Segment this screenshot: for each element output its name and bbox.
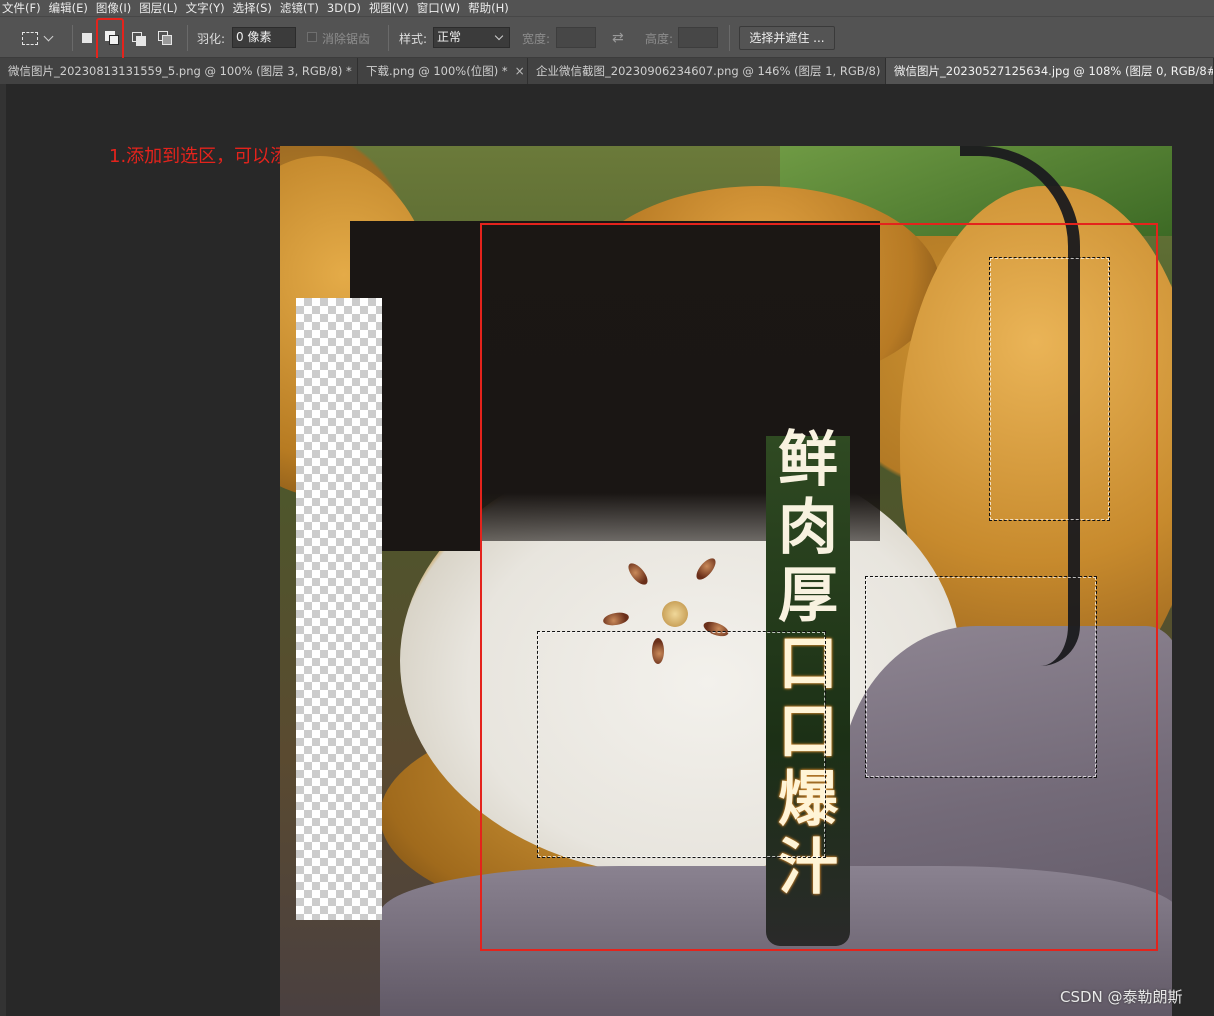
- options-bar: 羽化: 0 像素 消除锯齿 样式: 正常 宽度: ⇄ 高度: 选择并遮住 ...: [0, 16, 1214, 61]
- menu-bar: 文件(F) 编辑(E) 图像(I) 图层(L) 文字(Y) 选择(S) 滤镜(T…: [0, 0, 1214, 16]
- highlight-frame: [96, 18, 124, 61]
- style-select-value: 正常: [437, 30, 462, 44]
- annotation-frame: [480, 223, 1158, 951]
- menu-3d[interactable]: 3D(D): [325, 1, 367, 15]
- document-tab[interactable]: 企业微信截图_20230906234607.png @ 146% (图层 1, …: [528, 58, 886, 84]
- style-label: 样式:: [399, 32, 428, 46]
- menu-image[interactable]: 图像(I): [94, 0, 137, 16]
- divider: [729, 25, 730, 51]
- watermark: CSDN @泰勒朗斯: [1060, 988, 1183, 1006]
- menu-type[interactable]: 文字(Y): [184, 0, 231, 16]
- subtract-from-selection-icon[interactable]: [130, 29, 148, 47]
- antialias-checkbox[interactable]: [307, 32, 317, 42]
- width-input[interactable]: [556, 27, 596, 48]
- rectangular-marquee-icon: [22, 31, 38, 45]
- divider: [187, 25, 188, 51]
- menu-view[interactable]: 视图(V): [367, 0, 415, 16]
- tab-label: 微信图片_20230813131559_5.png @ 100% (图层 3, …: [8, 64, 352, 78]
- menu-file[interactable]: 文件(F): [0, 0, 47, 16]
- style-select[interactable]: 正常: [433, 27, 510, 48]
- chevron-down-icon: [43, 31, 54, 41]
- tab-label: 微信图片_20230527125634.jpg @ 108% (图层 0, RG…: [894, 64, 1214, 78]
- width-label: 宽度:: [522, 32, 551, 46]
- select-and-mask-button[interactable]: 选择并遮住 ...: [739, 26, 835, 50]
- menu-window[interactable]: 窗口(W): [415, 0, 466, 16]
- transparent-area: [296, 298, 382, 920]
- swap-width-height-icon[interactable]: ⇄: [612, 30, 624, 46]
- menu-layer[interactable]: 图层(L): [137, 0, 183, 16]
- height-label: 高度:: [645, 32, 674, 46]
- feather-label: 羽化:: [197, 32, 226, 46]
- tab-label: 下载.png @ 100%(位图) *: [366, 64, 508, 78]
- close-icon[interactable]: ×: [515, 64, 525, 78]
- intersect-selection-icon[interactable]: [156, 29, 174, 47]
- menu-select[interactable]: 选择(S): [231, 0, 278, 16]
- new-selection-icon[interactable]: [79, 29, 97, 47]
- document-tab-bar: 微信图片_20230813131559_5.png @ 100% (图层 3, …: [0, 58, 1214, 84]
- feather-input[interactable]: 0 像素: [232, 27, 296, 48]
- document-tab[interactable]: 微信图片_20230813131559_5.png @ 100% (图层 3, …: [0, 58, 358, 84]
- document-tab[interactable]: 下载.png @ 100%(位图) * ×: [358, 58, 528, 84]
- height-input[interactable]: [678, 27, 718, 48]
- document-tab-active[interactable]: 微信图片_20230527125634.jpg @ 108% (图层 0, RG…: [886, 58, 1214, 84]
- chevron-down-icon: [494, 31, 504, 41]
- antialias-label: 消除锯齿: [322, 32, 371, 46]
- divider: [388, 25, 389, 51]
- menu-help[interactable]: 帮助(H): [466, 0, 515, 16]
- tool-preset-picker[interactable]: [22, 27, 66, 49]
- menu-filter[interactable]: 滤镜(T): [278, 0, 325, 16]
- divider: [72, 25, 73, 51]
- menu-edit[interactable]: 编辑(E): [47, 0, 94, 16]
- tab-label: 企业微信截图_20230906234607.png @ 146% (图层 1, …: [536, 64, 881, 78]
